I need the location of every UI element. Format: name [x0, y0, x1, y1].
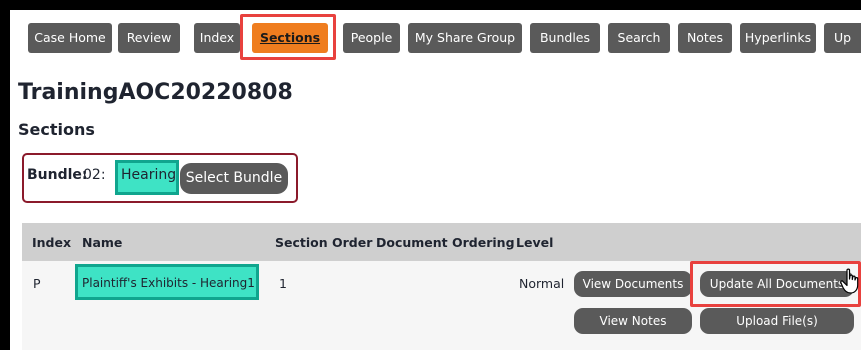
nav-search[interactable]: Search	[608, 23, 670, 53]
view-documents-button[interactable]: View Documents	[574, 271, 692, 297]
nav-upload-truncated[interactable]: Up	[824, 23, 861, 53]
bundle-name: Hearing	[121, 167, 177, 183]
view-notes-button[interactable]: View Notes	[574, 308, 692, 334]
nav-bundles[interactable]: Bundles	[530, 23, 600, 53]
nav-my-share-group[interactable]: My Share Group	[408, 23, 522, 53]
column-header-section-order[interactable]: Section Order	[275, 235, 372, 250]
upload-files-button[interactable]: Upload File(s)	[700, 308, 854, 334]
window-frame-top	[0, 0, 861, 10]
section-name[interactable]: Plaintiff's Exhibits - Hearing1	[82, 276, 255, 290]
hand-pointer-icon	[840, 268, 859, 294]
nav-notes[interactable]: Notes	[678, 23, 732, 53]
nav-case-home[interactable]: Case Home	[28, 23, 112, 53]
window-frame-left	[0, 0, 10, 350]
nav-hyperlinks[interactable]: Hyperlinks	[740, 23, 816, 53]
page-subtitle: Sections	[18, 120, 95, 139]
column-header-document-ordering[interactable]: Document Ordering	[376, 235, 515, 250]
nav-people[interactable]: People	[343, 23, 400, 53]
bundle-label: Bundle:	[27, 167, 88, 183]
nav-review[interactable]: Review	[118, 23, 180, 53]
column-header-index[interactable]: Index	[32, 235, 71, 250]
row-section-order: 1	[279, 276, 287, 291]
row-level: Normal	[519, 276, 565, 291]
sections-tab-highlight	[240, 14, 336, 60]
column-header-level[interactable]: Level	[516, 235, 553, 250]
nav-index[interactable]: Index	[194, 23, 240, 53]
row-index: P	[33, 276, 41, 291]
page-title: TrainingAOC20220808	[18, 80, 293, 105]
column-header-name[interactable]: Name	[82, 235, 122, 250]
bundle-code: 02:	[83, 167, 106, 183]
update-all-documents-highlight	[690, 261, 861, 307]
select-bundle-button[interactable]: Select Bundle	[180, 163, 288, 194]
